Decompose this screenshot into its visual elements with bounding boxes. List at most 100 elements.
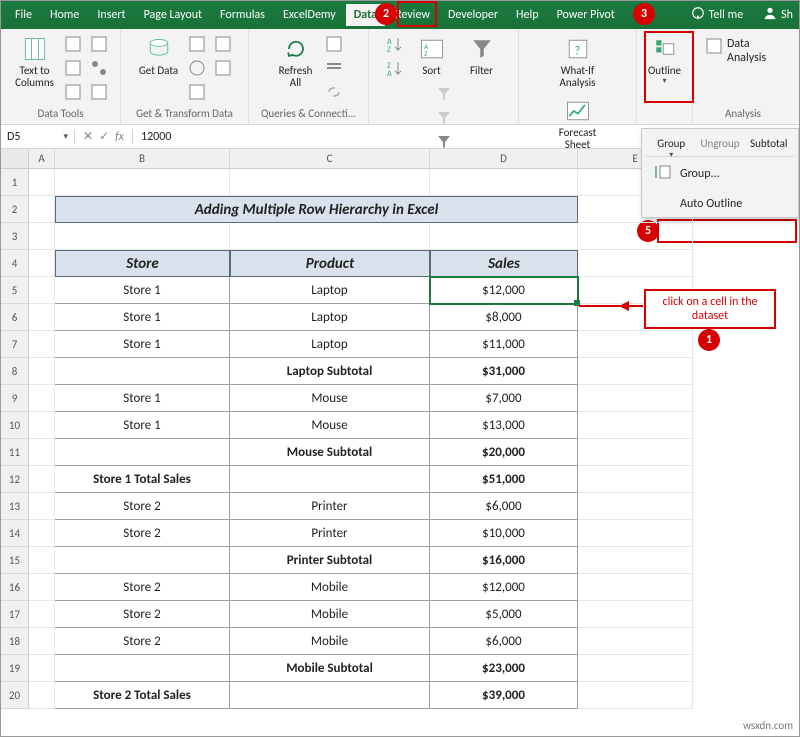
cell-A13[interactable] [29, 493, 55, 520]
row-2[interactable]: 2 [1, 196, 29, 223]
row-9[interactable]: 9 [1, 385, 29, 412]
auto-outline-item[interactable]: Auto Outline [642, 191, 798, 217]
cell-E16[interactable] [578, 574, 693, 601]
cell-A2[interactable] [29, 196, 55, 223]
cell-E8[interactable] [578, 358, 693, 385]
cell-C14[interactable]: Printer [230, 520, 430, 547]
cell-D19[interactable]: $23,000 [430, 655, 578, 682]
row-12[interactable]: 12 [1, 466, 29, 493]
cell-C7[interactable]: Laptop [230, 331, 430, 358]
get-data-button[interactable]: Get Data [136, 33, 182, 79]
flash-fill-button[interactable] [62, 33, 84, 55]
cell-E4[interactable] [578, 250, 693, 277]
col-D[interactable]: D [430, 149, 578, 168]
cell-B19[interactable] [55, 655, 230, 682]
row-6[interactable]: 6 [1, 304, 29, 331]
cell-E7[interactable] [578, 331, 693, 358]
recent-sources-button[interactable] [212, 33, 234, 55]
cell-D1[interactable] [430, 169, 578, 196]
header-sales[interactable]: Sales [430, 250, 578, 277]
cell-B14[interactable]: Store 2 [55, 520, 230, 547]
from-text-button[interactable] [186, 33, 208, 55]
text-to-columns-button[interactable]: Text to Columns [12, 33, 58, 91]
cancel-icon[interactable]: ✕ [83, 129, 93, 144]
cell-A5[interactable] [29, 277, 55, 304]
tab-file[interactable]: File [7, 4, 40, 26]
cell-D6[interactable]: $8,000 [430, 304, 578, 331]
cell-D8[interactable]: $31,000 [430, 358, 578, 385]
row-7[interactable]: 7 [1, 331, 29, 358]
cell-C9[interactable]: Mouse [230, 385, 430, 412]
cell-A11[interactable] [29, 439, 55, 466]
cell-D5[interactable]: $12,000 [430, 277, 578, 304]
row-3[interactable]: 3 [1, 223, 29, 250]
cell-B15[interactable] [55, 547, 230, 574]
ungroup-button[interactable]: Ungroup [700, 135, 739, 150]
tab-formulas[interactable]: Formulas [212, 4, 273, 26]
row-10[interactable]: 10 [1, 412, 29, 439]
cell-D12[interactable]: $51,000 [430, 466, 578, 493]
cell-B18[interactable]: Store 2 [55, 628, 230, 655]
tab-help[interactable]: Help [508, 4, 547, 26]
enter-icon[interactable]: ✓ [99, 129, 109, 144]
cell-B11[interactable] [55, 439, 230, 466]
cell-C10[interactable]: Mouse [230, 412, 430, 439]
cell-E17[interactable] [578, 601, 693, 628]
queries-button[interactable] [323, 33, 345, 55]
from-web-button[interactable] [186, 57, 208, 79]
forecast-sheet-button[interactable]: Forecast Sheet [555, 95, 601, 153]
cell-A19[interactable] [29, 655, 55, 682]
clear-filter-button[interactable] [433, 83, 455, 105]
edit-links-button[interactable] [323, 81, 345, 103]
cell-D9[interactable]: $7,000 [430, 385, 578, 412]
relationships-button[interactable] [88, 57, 110, 79]
col-B[interactable]: B [55, 149, 230, 168]
tab-insert[interactable]: Insert [89, 4, 133, 26]
cell-E12[interactable] [578, 466, 693, 493]
cell-D17[interactable]: $5,000 [430, 601, 578, 628]
whatif-button[interactable]: ? What-If Analysis [548, 33, 608, 91]
tab-power-pivot[interactable]: Power Pivot [549, 4, 623, 26]
row-13[interactable]: 13 [1, 493, 29, 520]
cell-A16[interactable] [29, 574, 55, 601]
cell-E10[interactable] [578, 412, 693, 439]
cell-A7[interactable] [29, 331, 55, 358]
cell-A10[interactable] [29, 412, 55, 439]
cell-C16[interactable]: Mobile [230, 574, 430, 601]
col-C[interactable]: C [230, 149, 430, 168]
cell-C8[interactable]: Laptop Subtotal [230, 358, 430, 385]
cell-D16[interactable]: $12,000 [430, 574, 578, 601]
cell-D3[interactable] [430, 223, 578, 250]
cell-E19[interactable] [578, 655, 693, 682]
cell-B17[interactable]: Store 2 [55, 601, 230, 628]
cell-C17[interactable]: Mobile [230, 601, 430, 628]
cell-C6[interactable]: Laptop [230, 304, 430, 331]
cell-A6[interactable] [29, 304, 55, 331]
cell-A4[interactable] [29, 250, 55, 277]
cell-B20[interactable]: Store 2 Total Sales [55, 682, 230, 709]
cell-B16[interactable]: Store 2 [55, 574, 230, 601]
header-product[interactable]: Product [230, 250, 430, 277]
reapply-button[interactable] [433, 107, 455, 129]
cell-A1[interactable] [29, 169, 55, 196]
cell-D10[interactable]: $13,000 [430, 412, 578, 439]
remove-duplicates-button[interactable] [62, 57, 84, 79]
cell-D20[interactable]: $39,000 [430, 682, 578, 709]
from-table-button[interactable] [186, 81, 208, 103]
tell-me[interactable]: Tell me [709, 8, 744, 22]
cell-C13[interactable]: Printer [230, 493, 430, 520]
cell-A14[interactable] [29, 520, 55, 547]
data-analysis-button[interactable]: Data Analysis [699, 33, 787, 69]
cell-B3[interactable] [55, 223, 230, 250]
filter-button[interactable]: Filter [459, 33, 505, 79]
subtotal-button[interactable]: Subtotal [750, 135, 788, 150]
row-18[interactable]: 18 [1, 628, 29, 655]
cell-C15[interactable]: Printer Subtotal [230, 547, 430, 574]
data-validation-button[interactable] [62, 81, 84, 103]
cell-C3[interactable] [230, 223, 430, 250]
cell-B13[interactable]: Store 2 [55, 493, 230, 520]
group-button[interactable]: Group▾ [652, 135, 690, 150]
cell-E3[interactable] [578, 223, 693, 250]
row-15[interactable]: 15 [1, 547, 29, 574]
row-5[interactable]: 5 [1, 277, 29, 304]
